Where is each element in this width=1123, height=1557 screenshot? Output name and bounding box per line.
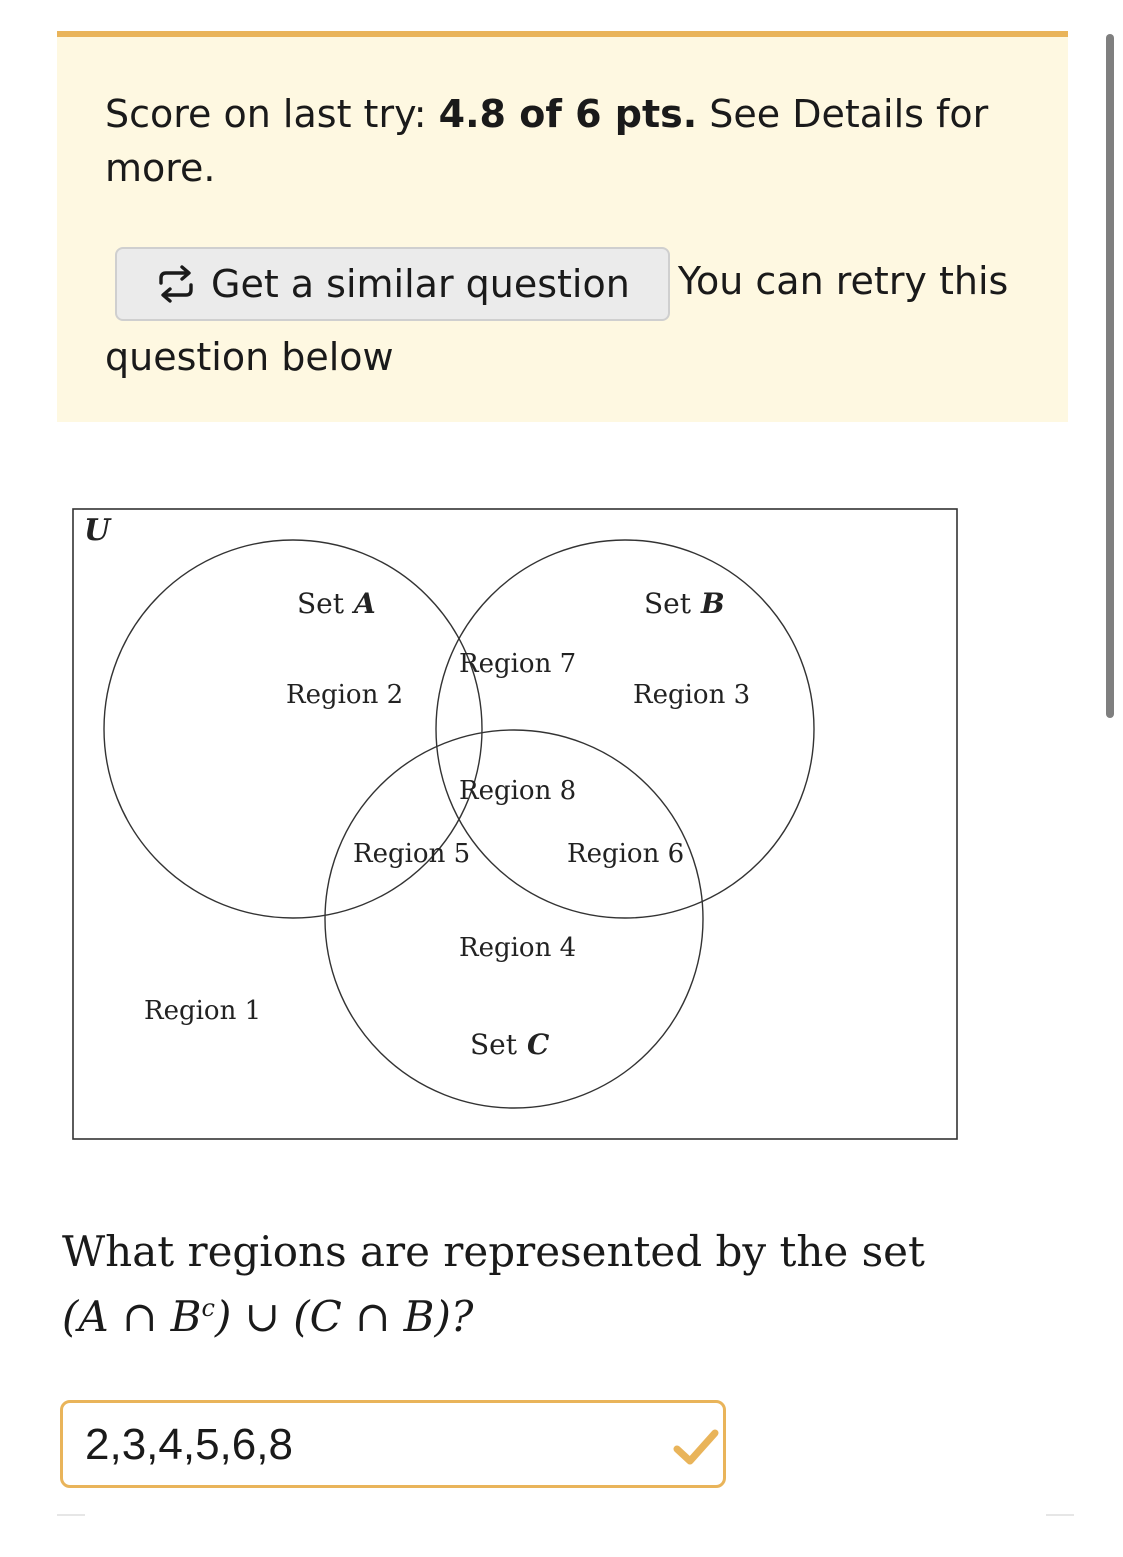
get-similar-question-label: Get a similar question	[211, 261, 630, 306]
region-1-label: Region 1	[144, 996, 261, 1026]
score-banner: Score on last try: 4.8 of 6 pts. See Det…	[57, 31, 1068, 422]
set-c-label: Set C	[470, 1028, 550, 1061]
question-prompt: What regions are represented by the set	[62, 1227, 925, 1276]
check-icon	[673, 1429, 719, 1465]
question-expression: (A ∩ Bc) ∪ (C ∩ B)?	[62, 1292, 474, 1341]
retry-message: Get a similar question You can retry thi…	[105, 245, 1045, 393]
get-similar-question-button[interactable]: Get a similar question	[115, 246, 670, 321]
divider	[1046, 1514, 1074, 1516]
region-2-label: Region 2	[286, 680, 403, 710]
region-8-label: Region 8	[459, 776, 576, 806]
score-value: 4.8 of 6 pts.	[438, 92, 698, 136]
answer-field[interactable]: 2,3,4,5,6,8	[60, 1400, 726, 1488]
repeat-icon	[159, 264, 193, 303]
question-text: What regions are represented by the set …	[62, 1224, 1062, 1345]
set-a-label: Set A	[297, 587, 376, 620]
score-prefix: Score on last try:	[105, 92, 439, 136]
answer-value[interactable]: 2,3,4,5,6,8	[85, 1417, 293, 1473]
region-3-label: Region 3	[633, 680, 750, 710]
universe-label: U	[84, 513, 112, 548]
set-b-label: Set B	[644, 587, 725, 620]
divider	[57, 1514, 85, 1516]
region-7-label: Region 7	[459, 649, 576, 679]
score-message: Score on last try: 4.8 of 6 pts. See Det…	[105, 87, 1005, 195]
region-6-label: Region 6	[567, 839, 684, 869]
scrollbar[interactable]	[1106, 34, 1114, 718]
venn-diagram: U Set A Set B Set C Region 2 Region 7 Regio…	[72, 508, 958, 1140]
region-4-label: Region 4	[459, 933, 576, 963]
region-5-label: Region 5	[353, 839, 470, 869]
